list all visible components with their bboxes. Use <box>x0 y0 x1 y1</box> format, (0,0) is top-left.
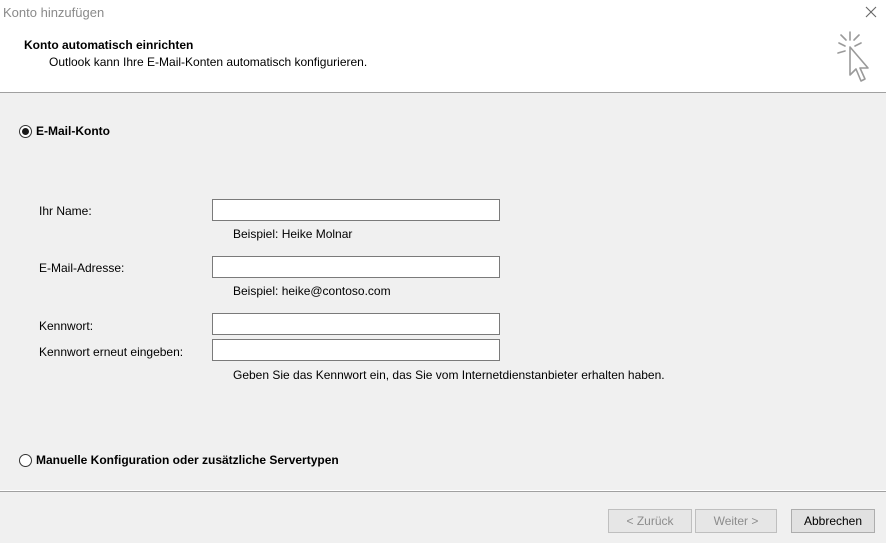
title-bar: Konto hinzufügen <box>0 0 886 26</box>
manual-config-radio[interactable] <box>19 453 32 467</box>
window-title: Konto hinzufügen <box>3 5 105 20</box>
manual-config-label: Manuelle Konfiguration oder zusätzliche … <box>36 453 339 467</box>
email-account-option[interactable]: E-Mail-Konto <box>19 124 110 138</box>
email-label: E-Mail-Adresse: <box>39 261 125 275</box>
password-input[interactable] <box>212 313 500 335</box>
wizard-cursor-icon <box>832 29 876 92</box>
email-account-radio[interactable] <box>19 124 32 138</box>
email-input[interactable] <box>212 256 500 278</box>
password-repeat-label: Kennwort erneut eingeben: <box>39 345 184 359</box>
password-label: Kennwort: <box>39 319 94 333</box>
back-button[interactable]: < Zurück <box>608 509 692 533</box>
page-title: Konto automatisch einrichten <box>24 38 194 52</box>
password-hint: Geben Sie das Kennwort ein, das Sie vom … <box>233 368 665 382</box>
next-button[interactable]: Weiter > <box>695 509 777 533</box>
page-subtitle: Outlook kann Ihre E-Mail-Konten automati… <box>49 55 368 69</box>
wizard-content: E-Mail-Konto Ihr Name: Beispiel: Heike M… <box>0 93 886 490</box>
password-repeat-input[interactable] <box>212 339 500 361</box>
email-hint: Beispiel: heike@contoso.com <box>233 284 391 298</box>
name-label: Ihr Name: <box>39 204 92 218</box>
close-button[interactable] <box>860 2 882 24</box>
manual-config-option[interactable]: Manuelle Konfiguration oder zusätzliche … <box>19 453 339 467</box>
name-input[interactable] <box>212 199 500 221</box>
name-hint: Beispiel: Heike Molnar <box>233 227 353 241</box>
cancel-button[interactable]: Abbrechen <box>791 509 875 533</box>
close-icon <box>865 6 877 21</box>
wizard-footer: < Zurück Weiter > Abbrechen <box>0 491 886 543</box>
wizard-header: Konto automatisch einrichten Outlook kan… <box>0 26 886 93</box>
email-account-label: E-Mail-Konto <box>36 124 110 138</box>
